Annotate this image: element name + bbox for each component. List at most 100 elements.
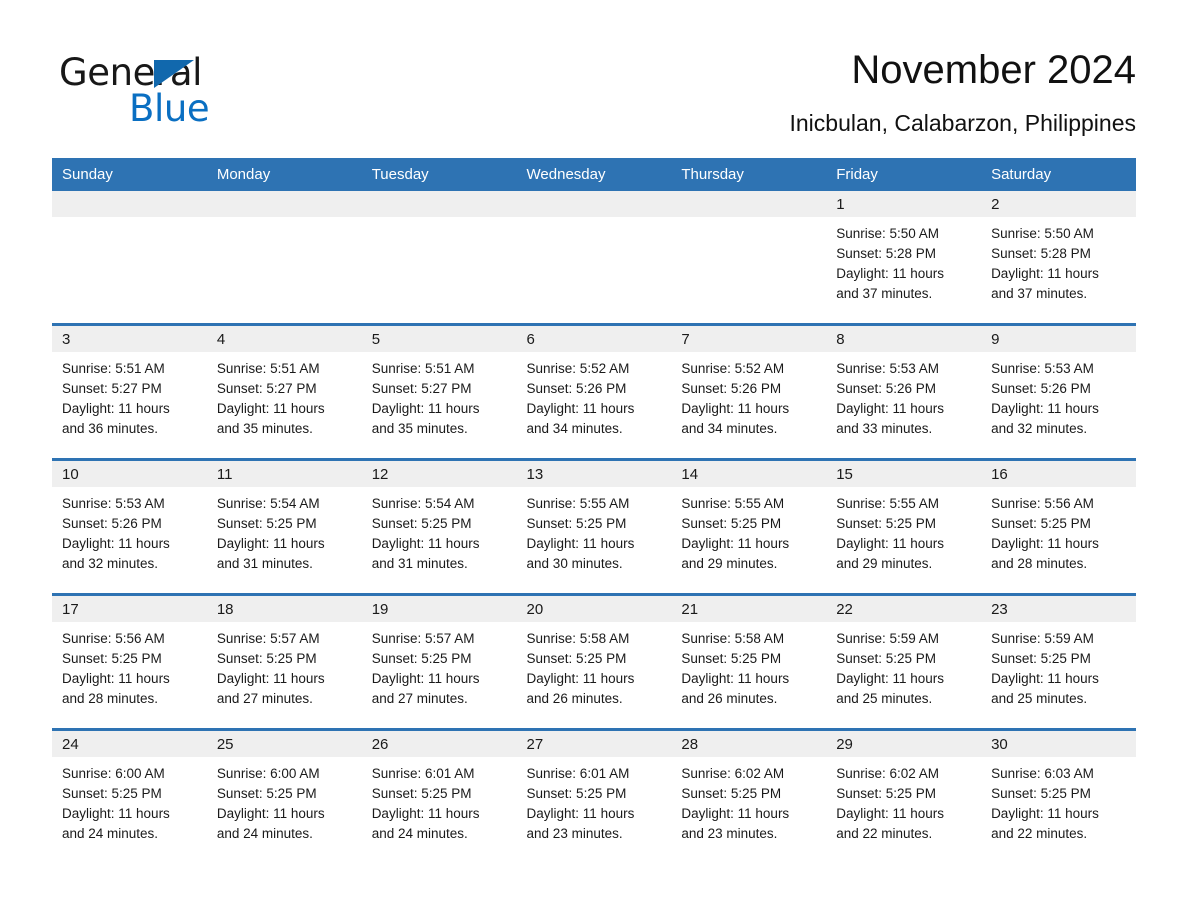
calendar-week-row: 10 Sunrise: 5:53 AM Sunset: 5:26 PM Dayligh…	[52, 458, 1136, 595]
daylight-text: Daylight: 11 hours and 23 minutes.	[526, 806, 635, 841]
day-number: 23	[981, 596, 1136, 622]
sunset-text: Sunset: 5:25 PM	[371, 651, 472, 666]
sunset-text: Sunset: 5:26 PM	[526, 381, 627, 396]
day-number: 22	[826, 596, 982, 622]
day-cell-inner: 23 Sunrise: 5:59 AM Sunset: 5:25 PM Dayligh…	[981, 596, 1136, 728]
daylight-text: Daylight: 11 hours and 25 minutes.	[836, 671, 945, 706]
calendar-day-cell[interactable]: 14 Sunrise: 5:55 AM Sunset: 5:25 PM Dayligh…	[671, 458, 827, 595]
sunset-text: Sunset: 5:25 PM	[526, 786, 627, 801]
day-details: Sunrise: 5:54 AM Sunset: 5:25 PM Daylight:…	[362, 487, 517, 574]
day-details: Sunrise: 5:59 AM Sunset: 5:25 PM Daylight:…	[826, 622, 981, 709]
calendar-day-cell[interactable]: 19 Sunrise: 5:57 AM Sunset: 5:25 PM Dayligh…	[361, 593, 517, 730]
sunset-text: Sunset: 5:26 PM	[681, 381, 782, 396]
calendar-day-cell[interactable]: 23 Sunrise: 5:59 AM Sunset: 5:25 PM Dayligh…	[981, 593, 1136, 730]
calendar-day-cell[interactable]: 10 Sunrise: 5:53 AM Sunset: 5:26 PM Dayligh…	[52, 458, 207, 595]
sunset-text: Sunset: 5:25 PM	[991, 651, 1091, 666]
calendar-day-cell[interactable]: 29 Sunrise: 6:02 AM Sunset: 5:25 PM Dayligh…	[826, 728, 982, 843]
calendar-day-cell[interactable]: 11 Sunrise: 5:54 AM Sunset: 5:25 PM Dayligh…	[206, 458, 362, 595]
daylight-text: Daylight: 11 hours and 27 minutes.	[216, 671, 325, 706]
day-cell-inner: 13 Sunrise: 5:55 AM Sunset: 5:25 PM Dayligh…	[516, 461, 672, 593]
calendar-day-cell[interactable]: 17 Sunrise: 5:56 AM Sunset: 5:25 PM Dayligh…	[52, 593, 207, 730]
calendar-day-cell[interactable]: 2 Sunrise: 5:50 AM Sunset: 5:28 PM Daylight…	[981, 191, 1136, 325]
day-details: Sunrise: 5:53 AM Sunset: 5:26 PM Daylight:…	[826, 352, 981, 439]
daylight-text: Daylight: 11 hours and 32 minutes.	[991, 401, 1099, 436]
day-number	[52, 191, 207, 217]
sunrise-text: Sunrise: 5:57 AM	[216, 631, 320, 646]
page-subtitle: Inicbulan, Calabarzon, Philippines	[789, 110, 1137, 136]
daylight-text: Daylight: 11 hours and 22 minutes.	[836, 806, 945, 841]
day-cell-inner: 15 Sunrise: 5:55 AM Sunset: 5:25 PM Dayligh…	[826, 461, 982, 593]
calendar-day-cell[interactable]: 5 Sunrise: 5:51 AM Sunset: 5:27 PM Daylight…	[361, 323, 517, 460]
daylight-text: Daylight: 11 hours and 26 minutes.	[526, 671, 635, 706]
sunrise-text: Sunrise: 5:52 AM	[681, 361, 785, 376]
sunrise-text: Sunrise: 5:58 AM	[681, 631, 785, 646]
calendar-table: Sunday Monday Tuesday Wednesday Thursday…	[52, 158, 1136, 843]
calendar-week-row: 3 Sunrise: 5:51 AM Sunset: 5:27 PM Daylight…	[52, 323, 1136, 460]
calendar-day-cell[interactable]: 26 Sunrise: 6:01 AM Sunset: 5:25 PM Dayligh…	[361, 728, 517, 843]
calendar-day-cell[interactable]: 22 Sunrise: 5:59 AM Sunset: 5:25 PM Dayligh…	[826, 593, 982, 730]
sunset-text: Sunset: 5:25 PM	[681, 516, 782, 531]
sunset-text: Sunset: 5:25 PM	[991, 516, 1091, 531]
day-details: Sunrise: 6:03 AM Sunset: 5:25 PM Daylight:…	[981, 757, 1136, 844]
day-details: Sunrise: 5:51 AM Sunset: 5:27 PM Daylight:…	[207, 352, 362, 439]
calendar-day-cell-empty	[361, 191, 517, 325]
day-details: Sunrise: 5:55 AM Sunset: 5:25 PM Daylight:…	[671, 487, 826, 574]
calendar-day-cell[interactable]: 13 Sunrise: 5:55 AM Sunset: 5:25 PM Dayligh…	[516, 458, 672, 595]
sunrise-text: Sunrise: 5:51 AM	[62, 361, 165, 376]
day-number: 19	[361, 596, 517, 622]
day-details: Sunrise: 5:58 AM Sunset: 5:25 PM Daylight:…	[671, 622, 826, 709]
calendar-day-cell[interactable]: 16 Sunrise: 5:56 AM Sunset: 5:25 PM Dayligh…	[981, 458, 1136, 595]
daylight-text: Daylight: 11 hours and 37 minutes.	[836, 266, 945, 301]
calendar-day-cell[interactable]: 7 Sunrise: 5:52 AM Sunset: 5:26 PM Daylight…	[671, 323, 827, 460]
day-number: 4	[206, 326, 362, 352]
day-details: Sunrise: 5:55 AM Sunset: 5:25 PM Daylight:…	[826, 487, 981, 574]
calendar-day-cell[interactable]: 6 Sunrise: 5:52 AM Sunset: 5:26 PM Daylight…	[516, 323, 672, 460]
day-number: 6	[516, 326, 672, 352]
calendar-day-cell[interactable]: 28 Sunrise: 6:02 AM Sunset: 5:25 PM Dayligh…	[671, 728, 827, 844]
day-number: 27	[516, 731, 672, 757]
sunrise-text: Sunrise: 5:56 AM	[991, 496, 1094, 511]
calendar-day-cell[interactable]: 18 Sunrise: 5:57 AM Sunset: 5:25 PM Dayligh…	[206, 593, 362, 730]
sunset-text: Sunset: 5:25 PM	[991, 786, 1091, 801]
day-number: 9	[981, 326, 1136, 352]
day-details: Sunrise: 6:02 AM Sunset: 5:25 PM Daylight:…	[671, 757, 826, 844]
day-details: Sunrise: 5:51 AM Sunset: 5:27 PM Daylight:…	[52, 352, 207, 439]
calendar-day-cell[interactable]: 24 Sunrise: 6:00 AM Sunset: 5:25 PM Dayligh…	[52, 728, 207, 843]
calendar-day-cell[interactable]: 20 Sunrise: 5:58 AM Sunset: 5:25 PM Dayligh…	[516, 593, 672, 730]
calendar-day-cell[interactable]: 1 Sunrise: 5:50 AM Sunset: 5:28 PM Daylight…	[826, 191, 982, 325]
sunrise-text: Sunrise: 6:02 AM	[836, 766, 940, 781]
calendar-day-cell[interactable]: 4 Sunrise: 5:51 AM Sunset: 5:27 PM Daylight…	[206, 323, 362, 460]
day-details: Sunrise: 5:55 AM Sunset: 5:25 PM Daylight:…	[517, 487, 672, 574]
calendar-day-cell[interactable]: 27 Sunrise: 6:01 AM Sunset: 5:25 PM Dayligh…	[516, 728, 672, 843]
calendar-day-cell[interactable]: 30 Sunrise: 6:03 AM Sunset: 5:25 PM Dayligh…	[981, 728, 1136, 844]
day-details: Sunrise: 5:53 AM Sunset: 5:26 PM Daylight:…	[981, 352, 1136, 439]
sunset-text: Sunset: 5:27 PM	[371, 381, 472, 396]
day-number: 20	[516, 596, 672, 622]
general-blue-logo[interactable]: General Blue	[59, 54, 319, 130]
sunset-text: Sunset: 5:27 PM	[216, 381, 317, 396]
daylight-text: Daylight: 11 hours and 32 minutes.	[62, 536, 170, 571]
day-number: 16	[981, 461, 1136, 487]
calendar-day-cell[interactable]: 15 Sunrise: 5:55 AM Sunset: 5:25 PM Dayligh…	[826, 458, 982, 595]
weekday-header-wednesday: Wednesday	[516, 158, 672, 191]
page-title: November 2024	[851, 48, 1136, 92]
day-cell-inner: 12 Sunrise: 5:54 AM Sunset: 5:25 PM Dayligh…	[361, 461, 517, 593]
daylight-text: Daylight: 11 hours and 25 minutes.	[991, 671, 1099, 706]
day-number	[206, 191, 362, 217]
day-cell-inner: 10 Sunrise: 5:53 AM Sunset: 5:26 PM Dayligh…	[52, 461, 207, 593]
calendar-day-cell[interactable]: 9 Sunrise: 5:53 AM Sunset: 5:26 PM Daylight…	[981, 323, 1136, 460]
daylight-text: Daylight: 11 hours and 35 minutes.	[216, 401, 325, 436]
calendar-day-cell[interactable]: 25 Sunrise: 6:00 AM Sunset: 5:25 PM Dayligh…	[206, 728, 362, 843]
calendar-day-cell[interactable]: 8 Sunrise: 5:53 AM Sunset: 5:26 PM Daylight…	[826, 323, 982, 460]
calendar-header-row: Sunday Monday Tuesday Wednesday Thursday…	[52, 158, 1136, 191]
day-cell-inner	[671, 191, 827, 323]
daylight-text: Daylight: 11 hours and 22 minutes.	[991, 806, 1099, 841]
sunset-text: Sunset: 5:25 PM	[836, 651, 937, 666]
daylight-text: Daylight: 11 hours and 30 minutes.	[526, 536, 635, 571]
calendar-day-cell[interactable]: 21 Sunrise: 5:58 AM Sunset: 5:25 PM Dayligh…	[671, 593, 827, 730]
day-cell-inner: 2 Sunrise: 5:50 AM Sunset: 5:28 PM Daylight…	[981, 191, 1136, 323]
calendar-day-cell[interactable]: 3 Sunrise: 5:51 AM Sunset: 5:27 PM Daylight…	[52, 323, 207, 460]
weekday-header-saturday: Saturday	[981, 158, 1136, 191]
daylight-text: Daylight: 11 hours and 27 minutes.	[371, 671, 480, 706]
calendar-day-cell[interactable]: 12 Sunrise: 5:54 AM Sunset: 5:25 PM Dayligh…	[361, 458, 517, 595]
